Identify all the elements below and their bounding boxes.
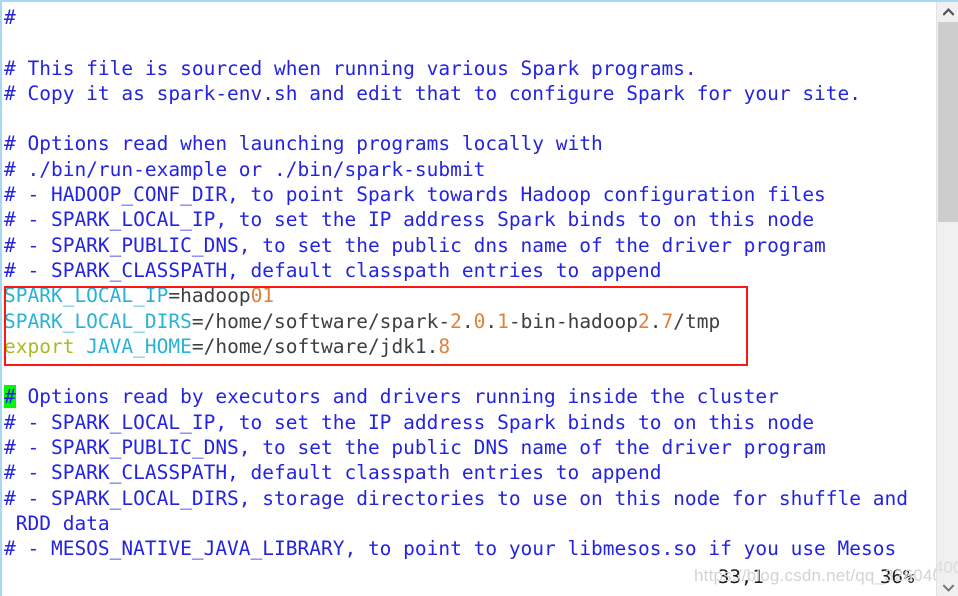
code-span: =/home/software/jdk1. (191, 334, 439, 358)
editor-line[interactable]: # - SPARK_PUBLIC_DNS, to set the public … (4, 233, 936, 258)
cursor-block: # (4, 385, 16, 409)
code-span: SPARK_LOCAL_IP (4, 284, 169, 308)
scroll-percent-indicator: 36% (880, 566, 915, 588)
code-span: 0 (473, 309, 486, 333)
text-editor-pane[interactable]: # # This file is sourced when running va… (2, 2, 936, 560)
watermark-tail: 4005 (934, 558, 958, 577)
code-span: # Options read when launching programs l… (4, 132, 603, 156)
cursor-position-indicator: 33,1 (718, 566, 764, 588)
editor-line[interactable]: # Copy it as spark-env.sh and edit that … (4, 81, 936, 106)
editor-line[interactable] (4, 106, 936, 131)
editor-line[interactable]: # - SPARK_PUBLIC_DNS, to set the public … (4, 435, 936, 460)
code-span: =/home/software/spark- (191, 309, 451, 333)
chevron-up-icon (942, 8, 954, 16)
code-span: Options read by executors and drivers ru… (15, 385, 779, 409)
editor-line[interactable]: # - SPARK_LOCAL_IP, to set the IP addres… (4, 207, 936, 232)
code-span: =hadoop (168, 284, 251, 308)
editor-line[interactable]: # - MESOS_NATIVE_JAVA_LIBRARY, to point … (4, 536, 936, 560)
code-span (4, 31, 16, 54)
code-span: # This file is sourced when running vari… (4, 56, 697, 80)
editor-line[interactable]: # - HADOOP_CONF_DIR, to point Spark towa… (4, 182, 936, 207)
editor-line[interactable] (4, 359, 936, 384)
code-span: 8 (438, 334, 451, 358)
scrollbar-thumb[interactable] (938, 22, 958, 223)
editor-lines: # # This file is sourced when running va… (4, 5, 936, 560)
editor-line[interactable]: # (4, 5, 936, 30)
editor-line[interactable]: # Options read when launching programs l… (4, 131, 936, 156)
code-span: # (4, 6, 16, 29)
code-span: # - SPARK_PUBLIC_DNS, to set the public … (4, 436, 826, 460)
code-span: # - SPARK_LOCAL_IP, to set the IP addres… (4, 410, 815, 434)
code-span: . (461, 309, 474, 333)
code-span: . (649, 309, 662, 333)
editor-line[interactable]: RDD data (4, 511, 936, 536)
editor-line[interactable]: # ./bin/run-example or ./bin/spark-submi… (4, 157, 936, 182)
editor-line[interactable]: export JAVA_HOME=/home/software/jdk1.8 (4, 334, 936, 359)
code-span: # - HADOOP_CONF_DIR, to point Spark towa… (4, 183, 826, 207)
status-bar: 33,1 36% (2, 560, 936, 596)
code-span: # - SPARK_LOCAL_IP, to set the IP addres… (4, 208, 815, 232)
code-span: 2 (638, 309, 650, 333)
code-span (4, 360, 16, 383)
code-span: . (485, 309, 498, 333)
code-span: -bin-hadoop (508, 309, 639, 333)
editor-line[interactable] (4, 30, 936, 55)
editor-window: # # This file is sourced when running va… (0, 0, 958, 596)
editor-line[interactable]: # - SPARK_LOCAL_DIRS, storage directorie… (4, 486, 936, 511)
code-span (4, 107, 16, 130)
code-span: 7 (661, 309, 674, 333)
code-span: 01 (250, 284, 275, 308)
editor-line[interactable]: SPARK_LOCAL_IP=hadoop01 (4, 283, 936, 308)
code-span: # - SPARK_CLASSPATH, default classpath e… (4, 258, 662, 282)
code-span: JAVA_HOME (86, 334, 192, 358)
code-span: # Copy it as spark-env.sh and edit that … (4, 81, 862, 105)
code-span: /tmp (673, 309, 721, 333)
code-span: # - MESOS_NATIVE_JAVA_LIBRARY, to point … (4, 537, 897, 560)
editor-line[interactable]: # - SPARK_CLASSPATH, default classpath e… (4, 258, 936, 283)
chevron-down-icon (942, 584, 954, 592)
code-span: 2 (450, 309, 462, 333)
editor-line[interactable]: SPARK_LOCAL_DIRS=/home/software/spark-2.… (4, 309, 936, 334)
scrollbar-down-button[interactable] (937, 578, 958, 596)
code-span: # - SPARK_LOCAL_DIRS, storage directorie… (4, 486, 908, 510)
code-span: # ./bin/run-example or ./bin/spark-submi… (4, 157, 486, 181)
editor-line[interactable]: # - SPARK_LOCAL_IP, to set the IP addres… (4, 410, 936, 435)
editor-line[interactable]: # - SPARK_CLASSPATH, default classpath e… (4, 460, 936, 485)
code-span: # - SPARK_PUBLIC_DNS, to set the public … (4, 233, 826, 257)
vertical-scrollbar[interactable]: 4005 (934, 2, 958, 596)
code-span: RDD data (4, 511, 110, 535)
code-span: SPARK_LOCAL_DIRS (4, 309, 192, 333)
scrollbar-up-button[interactable] (937, 2, 958, 22)
editor-line-with-cursor[interactable]: # Options read by executors and drivers … (4, 384, 936, 409)
code-span: 1 (497, 309, 509, 333)
editor-line[interactable]: # This file is sourced when running vari… (4, 56, 936, 81)
code-span: export (4, 334, 87, 358)
code-span: # - SPARK_CLASSPATH, default classpath e… (4, 461, 662, 485)
